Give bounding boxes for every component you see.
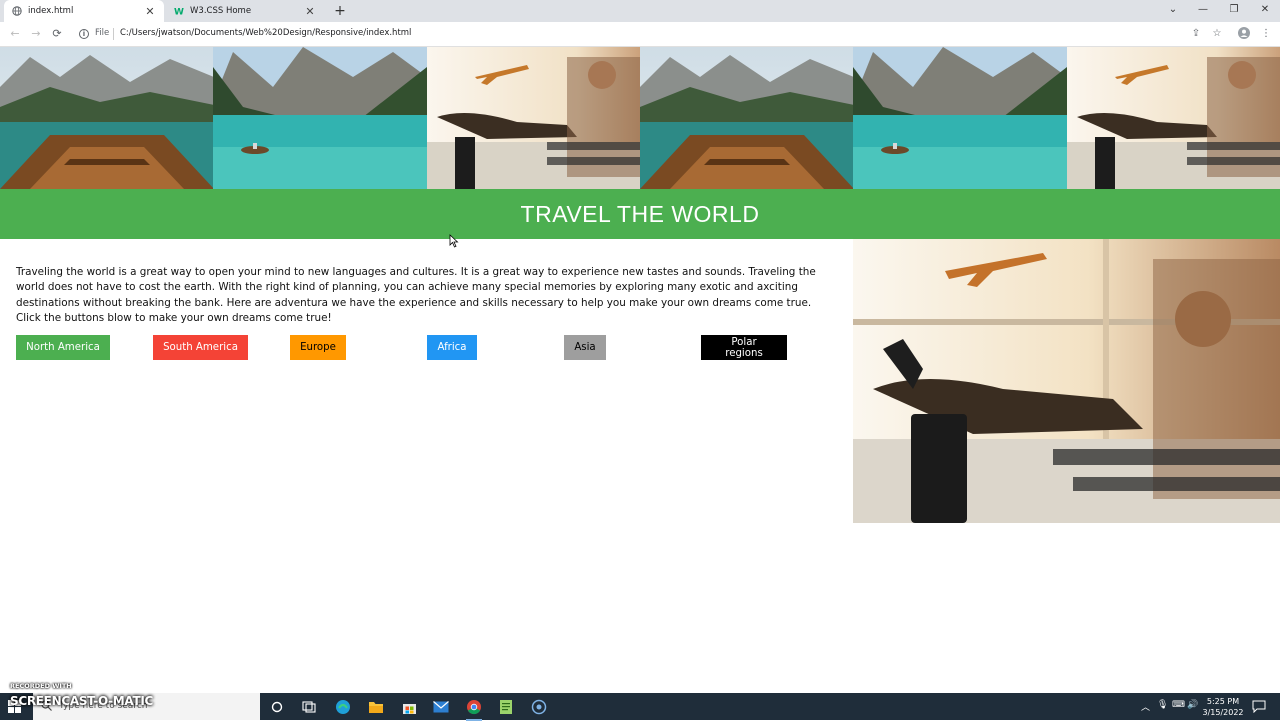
clock-time: 5:25 PM (1206, 697, 1240, 706)
screencast-app-icon[interactable] (530, 698, 548, 716)
cortana-icon[interactable] (268, 698, 286, 716)
banner-image-row (0, 47, 1280, 189)
asia-button[interactable]: Asia (564, 335, 606, 360)
svg-text:W: W (174, 8, 184, 17)
mouse-cursor-icon (449, 234, 459, 248)
clock-date: 3/15/2022 (1202, 708, 1244, 717)
profile-avatar-icon[interactable] (1237, 27, 1251, 41)
airport-traveler-photo (426, 47, 640, 189)
chrome-icon[interactable] (465, 698, 483, 721)
w3schools-icon: W (174, 6, 184, 17)
browser-tab-strip: index.html ✕ W W3.CSS Home ✕ + ⌄ — ❐ ✕ (0, 0, 1280, 22)
file-explorer-icon[interactable] (367, 698, 385, 716)
windows-taskbar: Type here to search ︿ 🎙 ⌨ 🔊 5:25 PM 3/15… (0, 693, 1280, 721)
forward-arrow-icon[interactable]: → (29, 27, 43, 41)
restore-button[interactable]: ❐ (1226, 3, 1242, 17)
lake-boat-photo (639, 47, 854, 189)
tab-title: W3.CSS Home (190, 6, 252, 16)
africa-button[interactable]: Africa (427, 335, 477, 360)
tab-index-html[interactable]: index.html ✕ (4, 0, 164, 22)
back-arrow-icon[interactable]: ← (8, 27, 22, 41)
close-tab-icon[interactable]: ✕ (144, 5, 156, 18)
microphone-icon[interactable]: 🎙 (1157, 700, 1168, 710)
new-tab-button[interactable]: + (333, 3, 347, 19)
show-hidden-icons-chevron-icon[interactable]: ︿ (1141, 700, 1150, 713)
intro-paragraph: Traveling the world is a great way to op… (16, 266, 816, 324)
airport-traveler-photo (853, 239, 1280, 523)
notepad-plus-icon[interactable] (497, 698, 515, 716)
url-scheme-label: File (95, 28, 110, 38)
microsoft-store-icon[interactable] (400, 698, 418, 716)
edge-browser-icon[interactable] (334, 698, 352, 716)
browser-toolbar: ← → ⟳ i File ⇪ ☆ ⋮ (0, 22, 1280, 47)
south-america-button[interactable]: South America (153, 335, 248, 360)
north-america-button[interactable]: North America (16, 335, 110, 360)
headline-banner: TRAVEL THE WORLD (0, 189, 1280, 239)
globe-icon (12, 6, 22, 16)
close-tab-icon[interactable]: ✕ (304, 5, 316, 18)
volume-icon[interactable]: 🔊 (1187, 700, 1198, 710)
airport-traveler-photo (1066, 47, 1280, 189)
tab-w3css-home[interactable]: W W3.CSS Home ✕ (166, 0, 324, 22)
page-title: TRAVEL THE WORLD (520, 200, 760, 227)
close-window-button[interactable]: ✕ (1257, 3, 1273, 17)
europe-button[interactable]: Europe (290, 335, 346, 360)
polar-regions-button[interactable]: Polar regions (701, 335, 787, 360)
lake-rowboat-photo (213, 47, 427, 189)
network-icon[interactable]: ⌨ (1172, 700, 1185, 710)
lake-rowboat-photo (853, 47, 1067, 189)
screencast-watermark: RECORDED WITH SCREENCAST-O-MATIC (10, 682, 153, 708)
url-divider (113, 28, 114, 40)
mail-icon[interactable] (432, 698, 450, 716)
bookmark-star-icon[interactable]: ☆ (1210, 27, 1224, 41)
kebab-menu-icon[interactable]: ⋮ (1259, 27, 1273, 41)
minimize-button[interactable]: — (1195, 3, 1211, 17)
notification-center-icon[interactable] (1252, 700, 1266, 713)
info-icon[interactable]: i (79, 29, 89, 39)
reload-icon[interactable]: ⟳ (50, 27, 64, 41)
tab-title: index.html (28, 6, 74, 16)
tab-search-chevron-icon[interactable]: ⌄ (1165, 3, 1181, 17)
watermark-brand: SCREENCAST-O-MATIC (10, 694, 154, 708)
watermark-recorded-with: RECORDED WITH (10, 682, 72, 690)
taskbar-clock[interactable]: 5:25 PM 3/15/2022 (1198, 696, 1248, 718)
address-bar-input[interactable] (120, 28, 720, 38)
lake-boat-photo (0, 47, 214, 189)
web-page: TRAVEL THE WORLD Traveling the world is … (0, 47, 1280, 693)
task-view-icon[interactable] (300, 698, 318, 716)
share-icon[interactable]: ⇪ (1189, 27, 1203, 41)
